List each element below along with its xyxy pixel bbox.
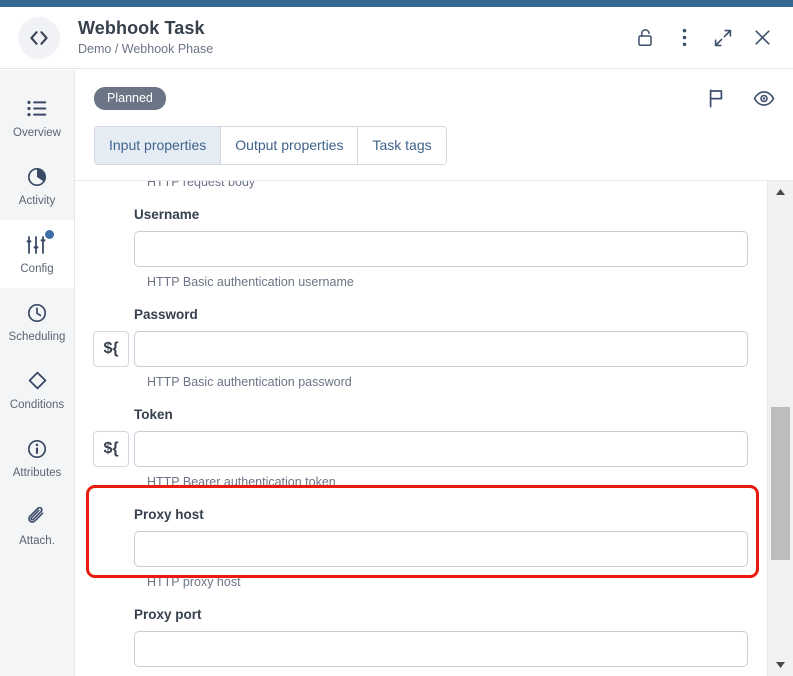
title-block: Webhook Task Demo / Webhook Phase — [78, 18, 634, 58]
sliders-icon — [26, 229, 54, 257]
field-help: HTTP Basic authentication password — [147, 375, 352, 389]
field-help-request-body: HTTP request body — [147, 181, 256, 189]
field-label: Proxy port — [134, 607, 202, 622]
list-icon — [27, 97, 47, 121]
field-label: Proxy host — [134, 507, 204, 522]
tab-group: Input properties Output properties Task … — [94, 126, 447, 165]
more-options-icon[interactable] — [673, 27, 695, 49]
field-row — [93, 231, 762, 267]
triangle-down-icon[interactable] — [768, 654, 793, 676]
window-accent-bar — [0, 0, 793, 7]
proxy-port-input[interactable] — [134, 631, 748, 667]
sidebar-item-label: Overview — [13, 126, 61, 139]
expression-button[interactable]: ${ — [93, 431, 129, 467]
field-proxy-host: Proxy host HTTP proxy host — [75, 506, 762, 590]
sidebar-item-label: Config — [20, 262, 54, 275]
sidebar-item-scheduling[interactable]: Scheduling — [0, 288, 74, 356]
task-detail-window: Webhook Task Demo / Webhook Phase Overvi… — [0, 0, 793, 676]
code-brackets-icon — [18, 16, 60, 59]
field-password: Password ${ HTTP Basic authentication pa… — [75, 306, 762, 390]
info-icon — [27, 437, 47, 461]
eye-icon[interactable] — [753, 87, 775, 109]
window-header: Webhook Task Demo / Webhook Phase — [0, 7, 793, 69]
tab-task-tags[interactable]: Task tags — [358, 127, 446, 164]
username-input[interactable] — [134, 231, 748, 267]
triangle-up-icon[interactable] — [768, 181, 793, 203]
properties-form: HTTP request body Username HTTP Basic au… — [75, 181, 762, 673]
field-username: Username HTTP Basic authentication usern… — [75, 206, 762, 290]
field-help: HTTP proxy host — [147, 575, 241, 589]
toolbar-actions — [705, 87, 775, 109]
field-row: ${ — [93, 331, 762, 367]
sidebar-item-conditions[interactable]: Conditions — [0, 356, 74, 424]
tab-output-properties[interactable]: Output properties — [221, 127, 359, 164]
sidebar-item-label: Attach. — [19, 534, 55, 547]
field-help: HTTP Basic authentication username — [147, 275, 354, 289]
tab-input-properties[interactable]: Input properties — [95, 127, 222, 164]
diamond-icon — [28, 369, 47, 393]
token-input[interactable] — [134, 431, 748, 467]
expand-icon[interactable] — [712, 27, 734, 49]
field-row: ${ — [93, 431, 762, 467]
field-token: Token ${ HTTP Bearer authentication toke… — [75, 406, 762, 490]
sidebar-item-label: Activity — [18, 194, 56, 207]
header-actions — [634, 27, 773, 49]
scrollbar-thumb[interactable] — [771, 407, 790, 560]
field-label: Password — [134, 307, 198, 322]
paperclip-icon — [27, 505, 47, 529]
close-icon[interactable] — [751, 27, 773, 49]
tab-bar: Input properties Output properties Task … — [75, 126, 793, 174]
expression-button[interactable]: ${ — [93, 331, 129, 367]
properties-scroll-area[interactable]: HTTP request body Username HTTP Basic au… — [75, 181, 793, 676]
sidebar-item-attachments[interactable]: Attach. — [0, 492, 74, 560]
password-input[interactable] — [134, 331, 748, 367]
sidebar: Overview Activity Config Scheduling Cond… — [0, 70, 75, 676]
sidebar-item-overview[interactable]: Overview — [0, 84, 74, 152]
sidebar-item-label: Conditions — [9, 398, 65, 411]
breadcrumb: Demo / Webhook Phase — [78, 41, 214, 56]
field-proxy-port: Proxy port — [75, 606, 762, 667]
flag-icon[interactable] — [705, 87, 727, 109]
field-label: Username — [134, 207, 200, 222]
field-help: HTTP Bearer authentication token — [147, 475, 336, 489]
field-row — [93, 531, 762, 567]
vertical-scrollbar[interactable] — [767, 181, 793, 676]
sidebar-item-attributes[interactable]: Attributes — [0, 424, 74, 492]
sidebar-item-config[interactable]: Config — [0, 220, 74, 288]
clock-icon — [27, 301, 47, 325]
unlock-icon[interactable] — [634, 27, 656, 49]
sidebar-item-label: Attributes — [12, 466, 62, 479]
proxy-host-input[interactable] — [134, 531, 748, 567]
field-row — [93, 631, 762, 667]
sidebar-item-label: Scheduling — [8, 330, 66, 343]
page-title: Webhook Task — [78, 17, 205, 38]
pie-chart-icon — [27, 165, 47, 189]
main-panel: Planned Input properties Output properti… — [75, 70, 793, 676]
task-toolbar: Planned — [75, 70, 793, 126]
status-badge: Planned — [94, 86, 166, 110]
config-badge-dot — [45, 229, 54, 239]
sidebar-item-activity[interactable]: Activity — [0, 152, 74, 220]
field-label: Token — [134, 407, 173, 422]
